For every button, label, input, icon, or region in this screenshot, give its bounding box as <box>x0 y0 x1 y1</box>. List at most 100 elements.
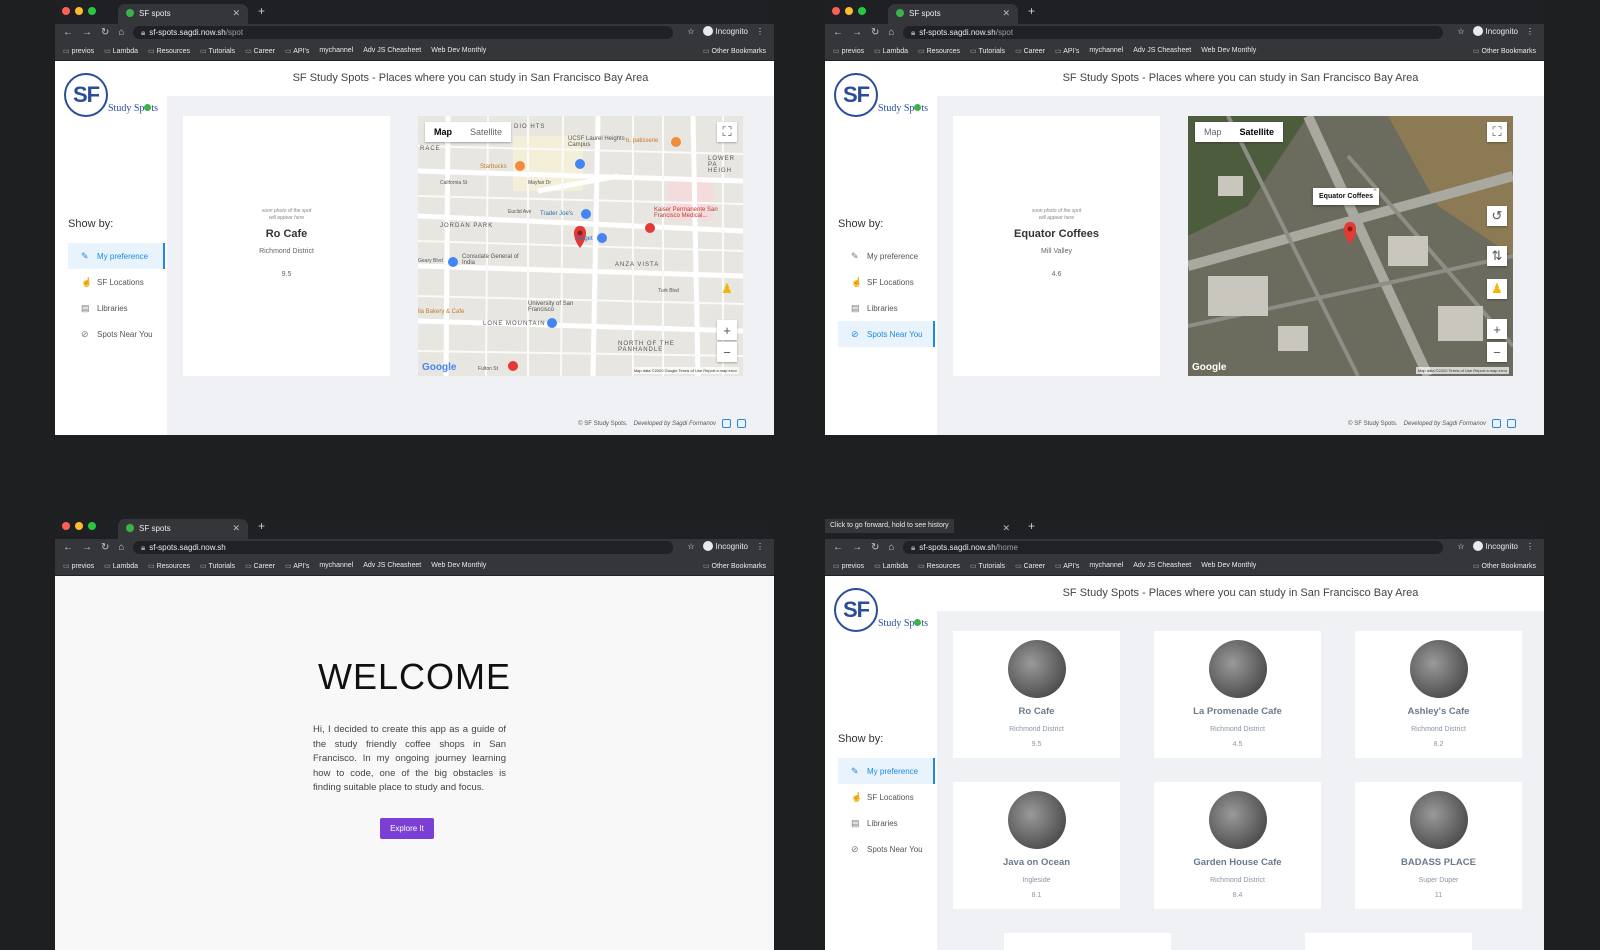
forward-icon[interactable]: → <box>82 27 92 38</box>
bookmark[interactable]: Tutorials <box>200 47 235 55</box>
browser-tab[interactable]: SF spots ✕ <box>888 4 1018 24</box>
forward-icon[interactable]: → <box>82 542 92 553</box>
browser-tab[interactable]: SF spots ✕ <box>118 4 248 24</box>
bookmark[interactable]: API's <box>1055 562 1079 570</box>
bookmark[interactable]: API's <box>285 47 309 55</box>
bookmark[interactable]: Career <box>245 47 275 55</box>
back-icon[interactable]: ← <box>833 542 843 553</box>
close-tab-icon[interactable]: ✕ <box>232 8 240 19</box>
star-icon[interactable]: ☆ <box>687 542 694 551</box>
menu-icon[interactable]: ⋮ <box>756 542 764 551</box>
bookmark[interactable]: previos <box>833 47 865 55</box>
window-controls[interactable] <box>62 522 96 530</box>
incognito-indicator[interactable]: Incognito <box>1472 26 1518 36</box>
menu-item-my-preference[interactable]: ✎ My preference <box>68 243 165 269</box>
bookmark[interactable]: Resources <box>148 562 190 570</box>
new-tab-icon[interactable]: + <box>1028 519 1035 533</box>
bookmark[interactable]: previos <box>63 47 95 55</box>
bookmark[interactable]: Lambda <box>874 47 908 55</box>
other-bookmarks[interactable]: Other Bookmarks <box>703 47 766 55</box>
spot-card-partial[interactable] <box>1004 933 1171 950</box>
menu-item-spots-near-you[interactable]: ⊘ Spots Near You <box>838 321 935 347</box>
incognito-indicator[interactable]: Incognito <box>702 541 748 551</box>
menu-icon[interactable]: ⋮ <box>756 27 764 36</box>
bookmark[interactable]: mychannel <box>1089 562 1123 569</box>
zoom-out-icon[interactable]: − <box>717 342 737 362</box>
window-controls[interactable] <box>62 7 96 15</box>
other-bookmarks[interactable]: Other Bookmarks <box>1473 47 1536 55</box>
fullscreen-icon[interactable]: ⛶ <box>717 122 737 142</box>
star-icon[interactable]: ☆ <box>687 27 694 36</box>
bookmark[interactable]: Web Dev Monthly <box>1201 47 1256 54</box>
menu-item-libraries[interactable]: ▤ Libraries <box>68 295 165 321</box>
bookmark[interactable]: Adv JS Cheasheet <box>1133 47 1191 54</box>
new-tab-icon[interactable]: + <box>1028 4 1035 18</box>
bookmark[interactable]: Web Dev Monthly <box>431 562 486 569</box>
google-map[interactable]: DIO HTS RACE UCSF Laurel Heights Campus … <box>418 116 743 376</box>
map-canvas[interactable] <box>418 116 743 376</box>
other-bookmarks[interactable]: Other Bookmarks <box>703 562 766 570</box>
logo[interactable]: SF Study Sp ts <box>64 73 158 117</box>
bookmark[interactable]: Tutorials <box>970 47 1005 55</box>
spot-card[interactable]: Java on Ocean Ingleside 8.1 <box>953 782 1120 909</box>
map-button[interactable]: Map <box>1195 122 1231 142</box>
bookmark[interactable]: Tutorials <box>970 562 1005 570</box>
menu-item-libraries[interactable]: ▤ Libraries <box>838 810 935 836</box>
instagram-icon[interactable] <box>722 419 731 428</box>
map-footer[interactable]: Map data ©2020 Google Terms of Use Repor… <box>631 367 739 374</box>
forward-icon[interactable]: → <box>852 27 862 38</box>
bookmark[interactable]: Web Dev Monthly <box>431 47 486 54</box>
instagram-icon[interactable] <box>1492 419 1501 428</box>
bookmark[interactable]: Tutorials <box>200 562 235 570</box>
menu-item-my-preference[interactable]: ✎ My preference <box>838 758 935 784</box>
close-tab-icon[interactable]: ✕ <box>1002 523 1010 534</box>
pegman-icon[interactable]: ♟ <box>717 279 737 299</box>
spot-card[interactable]: Ro Cafe Richmond District 9.5 <box>953 631 1120 758</box>
reload-icon[interactable]: ↻ <box>871 27 879 38</box>
other-bookmarks[interactable]: Other Bookmarks <box>1473 562 1536 570</box>
zoom-in-icon[interactable]: + <box>1487 319 1507 339</box>
map-button[interactable]: Map <box>425 122 461 142</box>
linkedin-icon[interactable] <box>737 419 746 428</box>
bookmark[interactable]: Web Dev Monthly <box>1201 562 1256 569</box>
google-map-satellite[interactable]: Equator Coffees × Map Satellite ⛶ ↺ ⇅ ♟ + … <box>1188 116 1513 376</box>
home-icon[interactable]: ⌂ <box>118 542 124 553</box>
bookmark[interactable]: mychannel <box>319 47 353 54</box>
tilt-icon[interactable]: ⇅ <box>1487 246 1507 266</box>
address-bar[interactable]: 🔒︎ sf-spots.sagdi.now.sh/spot <box>133 26 673 39</box>
bookmark[interactable]: previos <box>63 562 95 570</box>
menu-icon[interactable]: ⋮ <box>1526 542 1534 551</box>
satellite-canvas[interactable] <box>1188 116 1513 376</box>
bookmark[interactable]: mychannel <box>1089 47 1123 54</box>
satellite-button[interactable]: Satellite <box>1231 122 1284 142</box>
close-icon[interactable]: × <box>1373 187 1377 194</box>
bookmark[interactable]: Lambda <box>104 47 138 55</box>
bookmark[interactable]: Lambda <box>874 562 908 570</box>
bookmark[interactable]: Career <box>1015 562 1045 570</box>
reload-icon[interactable]: ↻ <box>101 27 109 38</box>
home-icon[interactable]: ⌂ <box>888 27 894 38</box>
window-controls[interactable] <box>832 7 866 15</box>
menu-item-spots-near-you[interactable]: ⊘ Spots Near You <box>838 836 935 862</box>
rotate-icon[interactable]: ↺ <box>1487 206 1507 226</box>
map-footer[interactable]: Map data ©2020 Terms of Use Report a map… <box>1415 367 1509 374</box>
zoom-in-icon[interactable]: + <box>717 320 737 340</box>
bookmark[interactable]: Career <box>1015 47 1045 55</box>
spot-card-partial[interactable] <box>1305 933 1472 950</box>
address-bar[interactable]: 🔒︎ sf-spots.sagdi.now.sh/spot <box>903 26 1443 39</box>
address-bar[interactable]: 🔒︎ sf-spots.sagdi.now.sh/home <box>903 541 1443 554</box>
logo[interactable]: SF Study Sp ts <box>834 73 928 117</box>
browser-tab[interactable]: SF spots ✕ <box>118 519 248 539</box>
spot-card[interactable]: Ashley's Cafe Richmond District 8.2 <box>1355 631 1522 758</box>
bookmark[interactable]: Lambda <box>104 562 138 570</box>
menu-item-libraries[interactable]: ▤ Libraries <box>838 295 935 321</box>
bookmark[interactable]: Adv JS Cheasheet <box>363 47 421 54</box>
close-tab-icon[interactable]: ✕ <box>1002 8 1010 19</box>
back-icon[interactable]: ← <box>833 27 843 38</box>
spot-card[interactable]: BADASS PLACE Super Duper 11 <box>1355 782 1522 909</box>
bookmark[interactable]: API's <box>1055 47 1079 55</box>
back-icon[interactable]: ← <box>63 542 73 553</box>
close-tab-icon[interactable]: ✕ <box>232 523 240 534</box>
reload-icon[interactable]: ↻ <box>101 542 109 553</box>
address-bar[interactable]: 🔒︎ sf-spots.sagdi.now.sh <box>133 541 673 554</box>
